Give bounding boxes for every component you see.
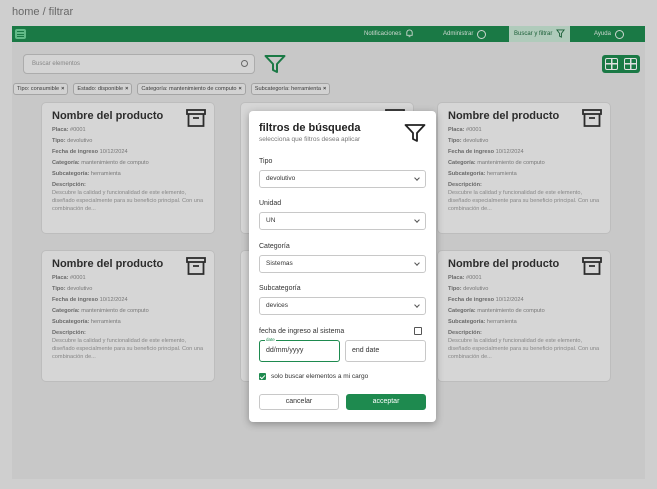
unidad-select[interactable]: UN bbox=[259, 212, 426, 230]
modal-title: filtros de búsqueda bbox=[259, 122, 361, 134]
my-items-checkbox[interactable] bbox=[259, 373, 266, 380]
filter-icon bbox=[404, 123, 426, 148]
chevron-down-icon bbox=[414, 217, 420, 223]
subcategoria-select[interactable]: devices bbox=[259, 297, 426, 315]
tipo-label: Tipo bbox=[259, 158, 273, 165]
categoria-label: Categoría bbox=[259, 243, 290, 250]
tipo-value: devolutivo bbox=[266, 175, 296, 182]
filter-modal: filtros de búsqueda selecciona que filtr… bbox=[249, 111, 436, 422]
cancel-button[interactable]: cancelar bbox=[259, 394, 339, 410]
tipo-select[interactable]: devolutivo bbox=[259, 170, 426, 188]
subcategoria-value: devices bbox=[266, 302, 289, 309]
chevron-down-icon bbox=[414, 175, 420, 181]
fecha-label: fecha de ingreso al sistema bbox=[259, 328, 345, 335]
checkbox-label: solo buscar elementos a mi cargo bbox=[271, 373, 369, 380]
chevron-down-icon bbox=[414, 260, 420, 266]
end-date-value: end date bbox=[352, 347, 380, 354]
my-items-option[interactable]: solo buscar elementos a mi cargo bbox=[259, 373, 368, 380]
subcategoria-label: Subcategoría bbox=[259, 285, 301, 292]
unidad-value: UN bbox=[266, 217, 276, 224]
unidad-label: Unidad bbox=[259, 200, 282, 207]
date-tag: date bbox=[265, 337, 276, 343]
start-date-input[interactable]: date dd/mm/yyyy bbox=[259, 337, 340, 362]
end-date-input[interactable]: end date bbox=[345, 340, 426, 362]
categoria-select[interactable]: Sistemas bbox=[259, 255, 426, 273]
categoria-value: Sistemas bbox=[266, 260, 293, 267]
modal-subtitle: selecciona que filtros desea aplicar bbox=[259, 136, 361, 143]
calendar-icon[interactable] bbox=[414, 327, 422, 335]
chevron-down-icon bbox=[414, 302, 420, 308]
accept-button[interactable]: acceptar bbox=[346, 394, 426, 410]
start-date-value: dd/mm/yyyy bbox=[266, 347, 304, 354]
